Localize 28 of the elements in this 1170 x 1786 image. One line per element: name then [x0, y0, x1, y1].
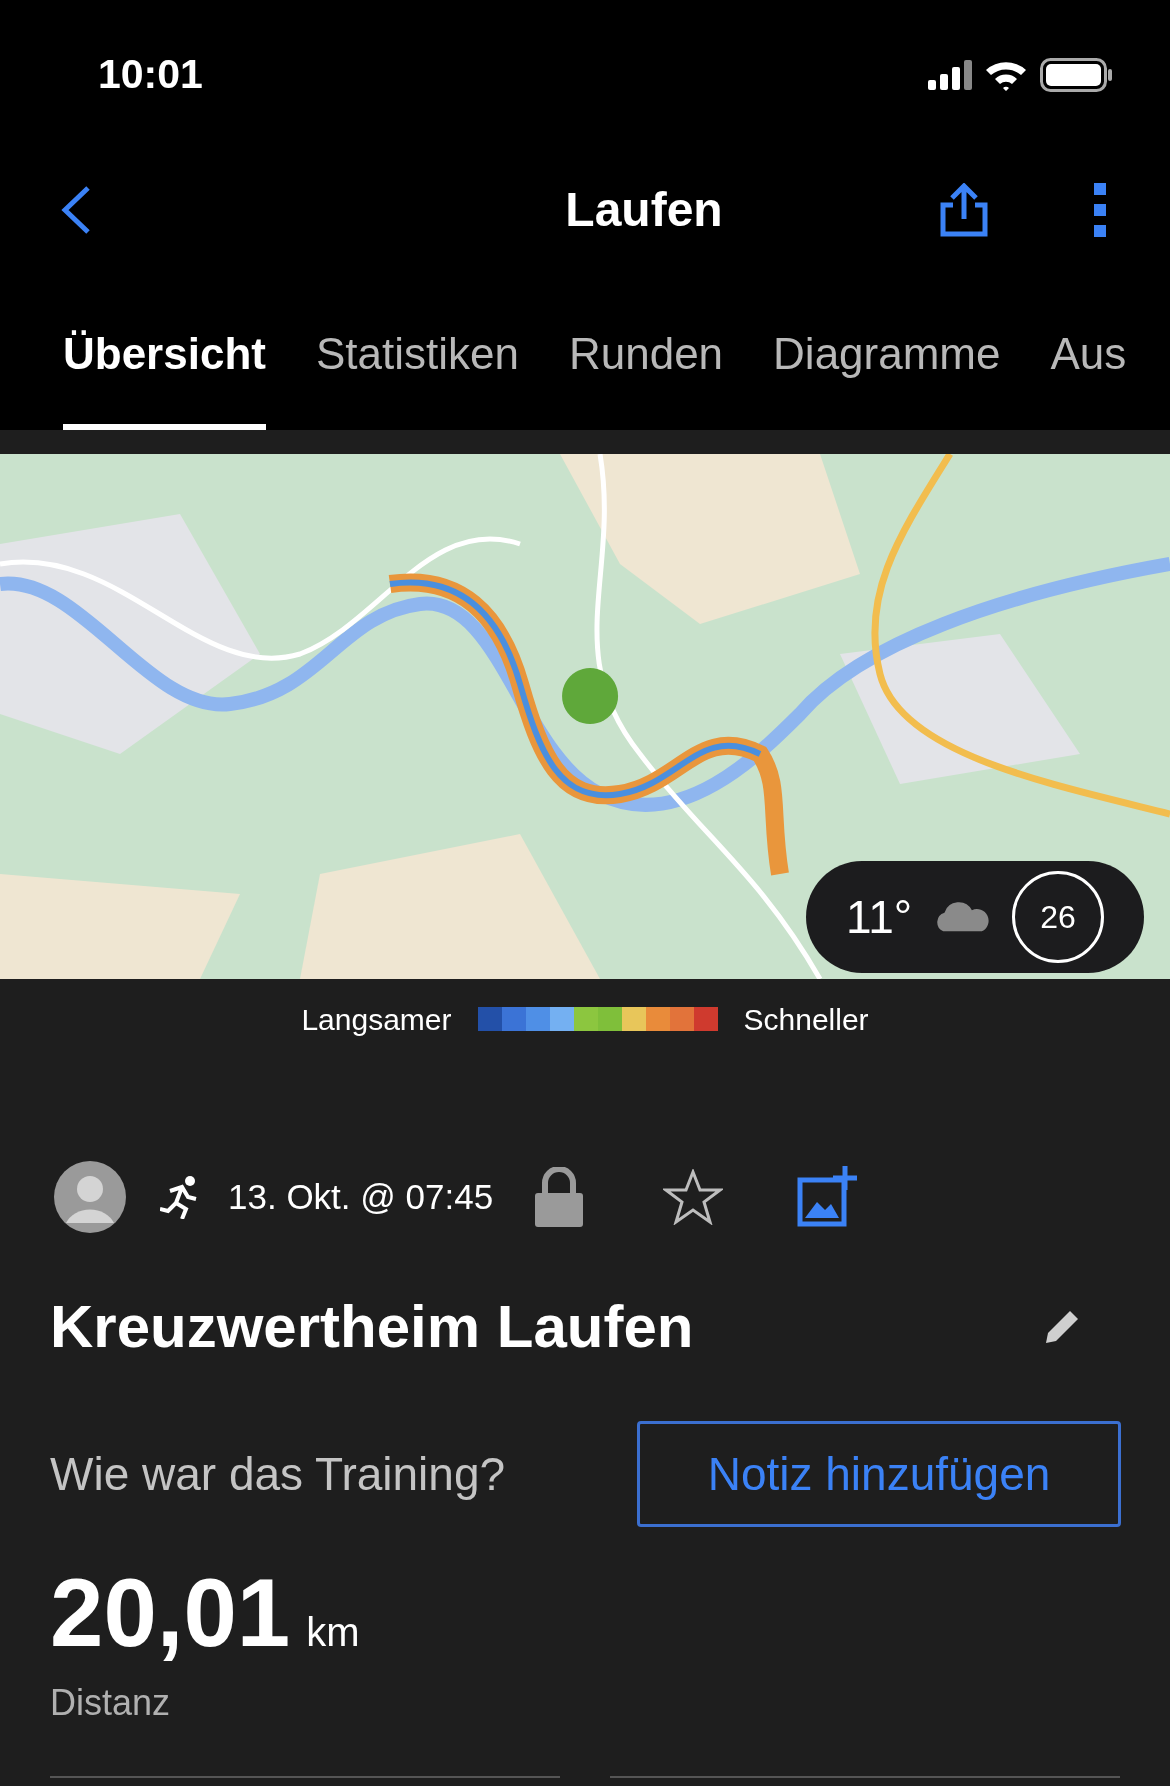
- temperature: 11°: [846, 889, 913, 945]
- tab[interactable]: Aus: [1050, 290, 1127, 430]
- page-title: Laufen: [565, 182, 723, 238]
- stat-label: Distanz: [50, 1681, 172, 1725]
- wind-speed: 26: [1040, 898, 1076, 937]
- wifi-icon: [984, 59, 1028, 91]
- share-icon: [939, 183, 989, 237]
- add-note-button[interactable]: Notiz hinzufügen: [637, 1421, 1121, 1527]
- share-button[interactable]: [938, 182, 990, 238]
- note-prompt: Wie war das Training?: [50, 1446, 506, 1502]
- legend-label: Schneller: [743, 1001, 869, 1038]
- back-icon: [60, 185, 92, 235]
- battery-icon: [1040, 58, 1114, 92]
- status-time: 10:01: [98, 50, 203, 100]
- tab[interactable]: Diagramme: [773, 290, 1001, 430]
- tab[interactable]: Runden: [568, 290, 724, 430]
- activity-title: Kreuzwertheim Laufen: [50, 1292, 694, 1362]
- stat-value: 20,01: [50, 1565, 291, 1661]
- add-photo-icon[interactable]: [797, 1166, 858, 1228]
- activity-date: 13. Okt. @ 07:45: [228, 1175, 494, 1218]
- stat-unit: km: [306, 1609, 360, 1656]
- more-icon: [1093, 183, 1107, 237]
- signal-icon: [928, 60, 972, 90]
- avatar-icon: [54, 1161, 126, 1233]
- star-icon[interactable]: [663, 1169, 724, 1225]
- tab[interactable]: Statistiken: [315, 290, 519, 430]
- tab[interactable]: Übersicht: [63, 290, 266, 430]
- legend-label: Langsamer: [301, 1001, 452, 1038]
